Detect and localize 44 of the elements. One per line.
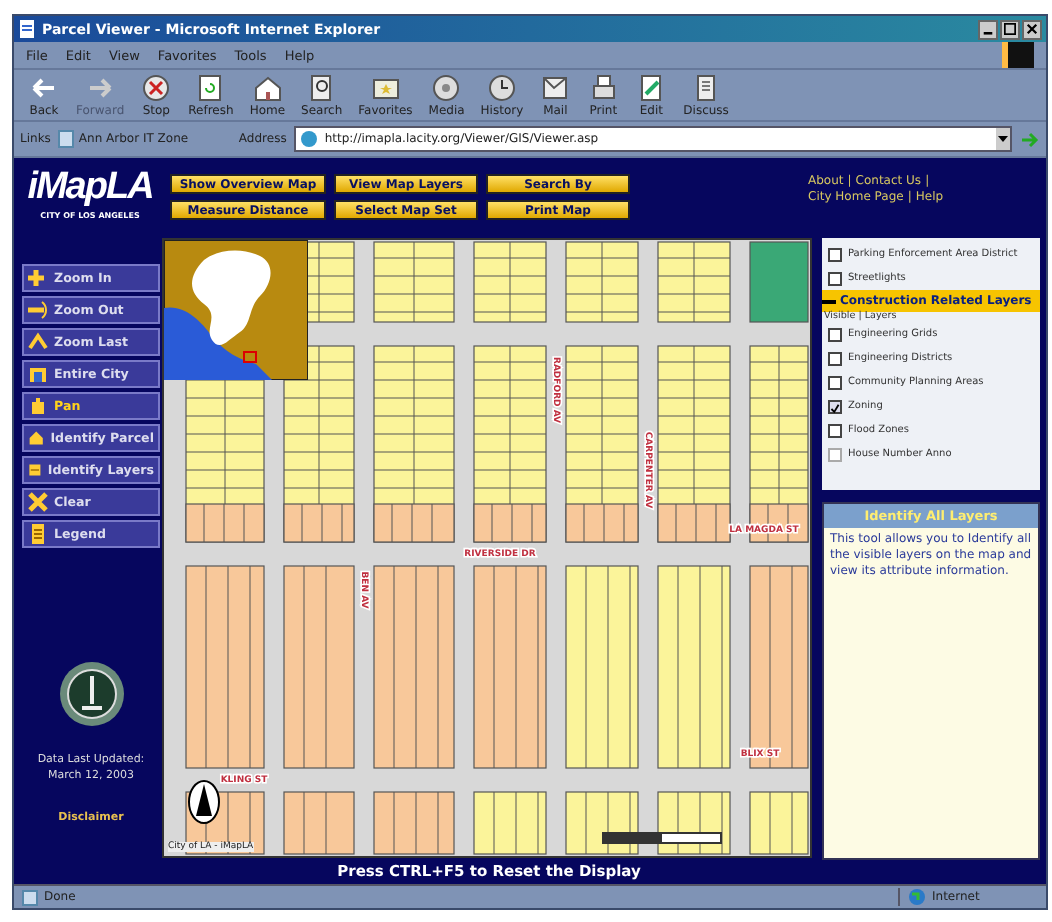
mail-icon	[539, 73, 572, 101]
maximize-button[interactable]	[1000, 19, 1020, 39]
tool-icon	[28, 298, 48, 322]
back-icon	[28, 73, 60, 101]
layer-checkbox[interactable]	[828, 375, 842, 389]
ie-page-icon	[300, 130, 319, 148]
layer-checkbox[interactable]	[828, 351, 842, 365]
city-seal-icon	[57, 660, 125, 728]
tool-icon	[28, 490, 48, 514]
windows-logo-icon	[1002, 42, 1034, 68]
overview-map-drawing	[164, 240, 308, 380]
zoning-map-drawing[interactable]	[164, 240, 810, 856]
globe-icon	[908, 888, 926, 906]
maximize-icon	[1004, 22, 1016, 36]
page-icon	[22, 889, 38, 905]
tool-icon	[28, 330, 48, 354]
page-icon	[58, 130, 75, 148]
refresh-icon	[194, 73, 227, 101]
tool-icon	[28, 266, 48, 290]
layer-checkbox[interactable]	[828, 247, 842, 261]
media-icon	[430, 73, 463, 101]
history-icon	[485, 73, 518, 101]
layer-checkbox[interactable]	[828, 327, 842, 341]
forward-icon	[84, 73, 117, 101]
ie-page-icon	[18, 20, 36, 38]
print-icon	[587, 73, 620, 101]
check-icon	[830, 401, 840, 415]
tool-icon	[28, 362, 48, 386]
go-arrow-icon	[1020, 129, 1040, 149]
scale-bar-icon	[602, 832, 722, 844]
dropdown-caret-icon	[996, 128, 1010, 150]
layer-checkbox[interactable]	[828, 271, 842, 285]
layer-checkbox[interactable]	[828, 423, 842, 437]
close-icon	[1026, 22, 1038, 36]
layer-checkbox[interactable]	[828, 399, 842, 413]
favorites-icon	[369, 73, 402, 101]
tool-icon	[28, 426, 45, 450]
tool-icon	[28, 522, 48, 546]
home-icon	[251, 73, 284, 101]
stop-icon	[140, 73, 173, 101]
tool-icon	[28, 394, 48, 418]
minimize-button[interactable]	[978, 19, 998, 39]
tool-icon	[28, 458, 42, 482]
close-button[interactable]	[1022, 19, 1042, 39]
